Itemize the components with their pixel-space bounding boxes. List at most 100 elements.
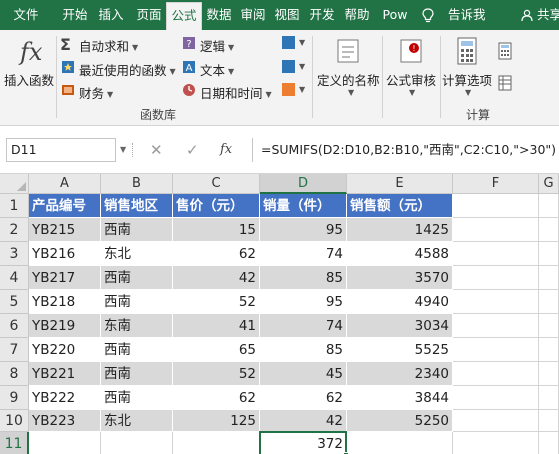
tab-power-pivot[interactable]: Pow [377,0,413,30]
cell-a9[interactable]: YB222 [29,386,101,410]
cell-b4[interactable]: 西南 [101,266,173,290]
cell-g7[interactable] [539,338,559,362]
cell-a10[interactable]: YB223 [29,410,101,432]
cancel-icon[interactable]: ✕ [150,138,163,162]
lookup-icon[interactable] [282,36,295,49]
formula-auditing-button[interactable]: 公式审核 [386,70,436,89]
row-header-4[interactable]: 4 [0,266,29,290]
formula-input[interactable]: =SUMIFS(D2:D10,B2:B10,"西南",C2:C10,">30") [252,138,559,162]
tab-review[interactable]: 审阅 [238,0,268,30]
cell-a5[interactable]: YB218 [29,290,101,314]
cell-f11[interactable] [453,432,539,454]
cell-c7[interactable]: 65 [173,338,260,362]
row-header-9[interactable]: 9 [0,386,29,410]
cell-c11[interactable] [173,432,260,454]
cell-b6[interactable]: 东南 [101,314,173,338]
cell-c9[interactable]: 62 [173,386,260,410]
cell-a3[interactable]: YB216 [29,242,101,266]
cell-f7[interactable] [453,338,539,362]
cell-g1[interactable] [539,194,559,218]
cell-d10[interactable]: 42 [260,410,347,432]
cell-e4[interactable]: 3570 [347,266,453,290]
cell-d3[interactable]: 74 [260,242,347,266]
cell-b10[interactable]: 东北 [101,410,173,432]
cell-e10[interactable]: 5250 [347,410,453,432]
cell-g5[interactable] [539,290,559,314]
math-caret-icon[interactable]: ▼ [299,62,305,71]
cell-d5[interactable]: 95 [260,290,347,314]
cell-c1[interactable]: 售价（元） [173,194,260,218]
cell-d7[interactable]: 85 [260,338,347,362]
cell-f2[interactable] [453,218,539,242]
financial-button[interactable]: 财务 ▼ [79,83,113,102]
cell-g4[interactable] [539,266,559,290]
recent-functions-button[interactable]: 最近使用的函数 ▼ [79,60,176,79]
cell-b8[interactable]: 西南 [101,362,173,386]
cell-e7[interactable]: 5525 [347,338,453,362]
cell-e8[interactable]: 2340 [347,362,453,386]
cell-e2[interactable]: 1425 [347,218,453,242]
cell-a11[interactable] [29,432,101,454]
tab-developer[interactable]: 开发 [306,0,338,30]
insert-function-button[interactable]: 插入函数 [4,70,54,89]
column-header-g[interactable]: G [539,174,559,194]
defined-names-button[interactable]: 定义的名称 [317,70,380,89]
cell-d2[interactable]: 95 [260,218,347,242]
text-button[interactable]: 文本 ▼ [200,60,234,79]
cell-c2[interactable]: 15 [173,218,260,242]
calculate-sheet-icon[interactable] [498,75,512,91]
cell-d8[interactable]: 45 [260,362,347,386]
cell-e3[interactable]: 4588 [347,242,453,266]
tab-insert[interactable]: 插入 [96,0,126,30]
cell-g10[interactable] [539,410,559,432]
row-header-11[interactable]: 11 [0,432,29,454]
cell-b5[interactable]: 西南 [101,290,173,314]
cell-b11[interactable] [101,432,173,454]
enter-icon[interactable]: ✓ [186,138,199,162]
cell-c5[interactable]: 52 [173,290,260,314]
cell-a8[interactable]: YB221 [29,362,101,386]
cell-d6[interactable]: 74 [260,314,347,338]
tab-formulas[interactable]: 公式 [166,2,202,30]
lookup-caret-icon[interactable]: ▼ [299,38,305,47]
select-all-corner[interactable] [0,174,29,194]
cell-a1[interactable]: 产品编号 [29,194,101,218]
cell-b2[interactable]: 西南 [101,218,173,242]
tab-data[interactable]: 数据 [204,0,234,30]
tab-file[interactable]: 文件 [6,0,46,30]
cell-b7[interactable]: 西南 [101,338,173,362]
column-header-f[interactable]: F [453,174,539,194]
row-header-3[interactable]: 3 [0,242,29,266]
cell-d4[interactable]: 85 [260,266,347,290]
column-header-d[interactable]: D [260,174,347,194]
logical-button[interactable]: 逻辑 ▼ [200,36,234,55]
defined-names-caret-icon[interactable]: ▼ [348,88,354,97]
row-header-5[interactable]: 5 [0,290,29,314]
cell-f4[interactable] [453,266,539,290]
cell-b1[interactable]: 销售地区 [101,194,173,218]
date-time-button[interactable]: 日期和时间 ▼ [200,83,272,102]
math-trig-icon[interactable] [282,60,295,73]
tell-me-search[interactable]: 告诉我 [448,0,486,30]
column-header-b[interactable]: B [101,174,173,194]
cell-a4[interactable]: YB217 [29,266,101,290]
worksheet-grid[interactable]: A B C D E F G 1 2 3 4 5 6 7 8 9 10 11 产品编号 销售地区 售价（元） 销量（件） 销售… [0,174,559,454]
cell-c4[interactable]: 42 [173,266,260,290]
cell-e1[interactable]: 销售额（元） [347,194,453,218]
cell-e6[interactable]: 3034 [347,314,453,338]
calculation-options-caret-icon[interactable]: ▼ [465,88,471,97]
cell-e9[interactable]: 3844 [347,386,453,410]
cell-g2[interactable] [539,218,559,242]
cell-d1[interactable]: 销量（件） [260,194,347,218]
cell-f6[interactable] [453,314,539,338]
cell-a2[interactable]: YB215 [29,218,101,242]
column-header-e[interactable]: E [347,174,453,194]
cell-b3[interactable]: 东北 [101,242,173,266]
tab-home[interactable]: 开始 [60,0,90,30]
formula-auditing-caret-icon[interactable]: ▼ [409,88,415,97]
cell-g3[interactable] [539,242,559,266]
cell-f10[interactable] [453,410,539,432]
cell-e5[interactable]: 4940 [347,290,453,314]
cell-b9[interactable]: 西南 [101,386,173,410]
cell-d9[interactable]: 62 [260,386,347,410]
